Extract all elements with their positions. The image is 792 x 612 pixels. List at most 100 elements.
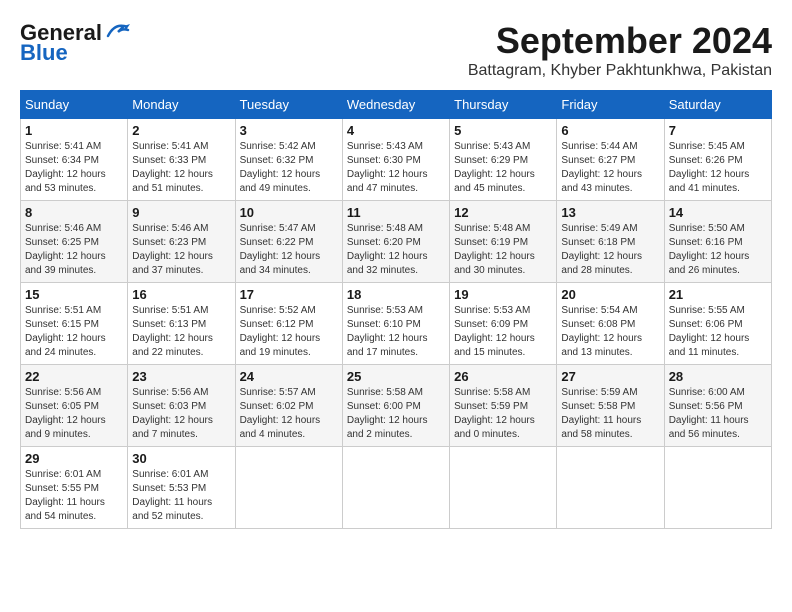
day-info: Sunrise: 5:48 AMSunset: 6:20 PMDaylight:… [347, 222, 445, 278]
day-info: Sunrise: 5:51 AMSunset: 6:13 PMDaylight:… [132, 304, 230, 360]
day-number: 27 [561, 369, 659, 384]
day-number: 10 [240, 205, 338, 220]
day-number: 14 [669, 205, 767, 220]
week-row-3: 15 Sunrise: 5:51 AMSunset: 6:15 PMDaylig… [21, 283, 772, 365]
title-section: September 2024 Battagram, Khyber Pakhtun… [468, 20, 772, 80]
day-info: Sunrise: 5:42 AMSunset: 6:32 PMDaylight:… [240, 140, 338, 196]
day-info: Sunrise: 5:57 AMSunset: 6:02 PMDaylight:… [240, 386, 338, 442]
day-number: 17 [240, 287, 338, 302]
day-number: 2 [132, 123, 230, 138]
day-cell-18: 18 Sunrise: 5:53 AMSunset: 6:10 PMDaylig… [342, 283, 449, 365]
header-saturday: Saturday [664, 91, 771, 119]
empty-cell [235, 447, 342, 529]
day-number: 28 [669, 369, 767, 384]
empty-cell [557, 447, 664, 529]
day-info: Sunrise: 5:44 AMSunset: 6:27 PMDaylight:… [561, 140, 659, 196]
day-info: Sunrise: 5:55 AMSunset: 6:06 PMDaylight:… [669, 304, 767, 360]
location-title: Battagram, Khyber Pakhtunkhwa, Pakistan [468, 62, 772, 80]
empty-cell [450, 447, 557, 529]
day-number: 25 [347, 369, 445, 384]
calendar-table: Sunday Monday Tuesday Wednesday Thursday… [20, 90, 772, 529]
day-number: 21 [669, 287, 767, 302]
week-row-1: 1 Sunrise: 5:41 AMSunset: 6:34 PMDayligh… [21, 119, 772, 201]
day-number: 8 [25, 205, 123, 220]
header-friday: Friday [557, 91, 664, 119]
day-number: 5 [454, 123, 552, 138]
day-number: 22 [25, 369, 123, 384]
day-number: 3 [240, 123, 338, 138]
day-info: Sunrise: 5:41 AMSunset: 6:33 PMDaylight:… [132, 140, 230, 196]
day-cell-28: 28 Sunrise: 6:00 AMSunset: 5:56 PMDaylig… [664, 365, 771, 447]
day-info: Sunrise: 5:46 AMSunset: 6:23 PMDaylight:… [132, 222, 230, 278]
day-cell-21: 21 Sunrise: 5:55 AMSunset: 6:06 PMDaylig… [664, 283, 771, 365]
day-cell-25: 25 Sunrise: 5:58 AMSunset: 6:00 PMDaylig… [342, 365, 449, 447]
day-number: 7 [669, 123, 767, 138]
day-number: 26 [454, 369, 552, 384]
day-number: 19 [454, 287, 552, 302]
day-info: Sunrise: 5:54 AMSunset: 6:08 PMDaylight:… [561, 304, 659, 360]
day-cell-19: 19 Sunrise: 5:53 AMSunset: 6:09 PMDaylig… [450, 283, 557, 365]
day-cell-10: 10 Sunrise: 5:47 AMSunset: 6:22 PMDaylig… [235, 201, 342, 283]
day-info: Sunrise: 5:48 AMSunset: 6:19 PMDaylight:… [454, 222, 552, 278]
day-info: Sunrise: 5:47 AMSunset: 6:22 PMDaylight:… [240, 222, 338, 278]
day-info: Sunrise: 5:56 AMSunset: 6:03 PMDaylight:… [132, 386, 230, 442]
day-cell-22: 22 Sunrise: 5:56 AMSunset: 6:05 PMDaylig… [21, 365, 128, 447]
day-info: Sunrise: 5:59 AMSunset: 5:58 PMDaylight:… [561, 386, 659, 442]
day-info: Sunrise: 5:53 AMSunset: 6:09 PMDaylight:… [454, 304, 552, 360]
logo-blue: Blue [20, 40, 68, 66]
month-title: September 2024 [468, 20, 772, 62]
day-info: Sunrise: 5:43 AMSunset: 6:30 PMDaylight:… [347, 140, 445, 196]
day-cell-6: 6 Sunrise: 5:44 AMSunset: 6:27 PMDayligh… [557, 119, 664, 201]
day-info: Sunrise: 5:41 AMSunset: 6:34 PMDaylight:… [25, 140, 123, 196]
header-sunday: Sunday [21, 91, 128, 119]
week-row-4: 22 Sunrise: 5:56 AMSunset: 6:05 PMDaylig… [21, 365, 772, 447]
day-cell-23: 23 Sunrise: 5:56 AMSunset: 6:03 PMDaylig… [128, 365, 235, 447]
header-tuesday: Tuesday [235, 91, 342, 119]
day-number: 11 [347, 205, 445, 220]
day-cell-12: 12 Sunrise: 5:48 AMSunset: 6:19 PMDaylig… [450, 201, 557, 283]
header-monday: Monday [128, 91, 235, 119]
day-cell-16: 16 Sunrise: 5:51 AMSunset: 6:13 PMDaylig… [128, 283, 235, 365]
day-cell-13: 13 Sunrise: 5:49 AMSunset: 6:18 PMDaylig… [557, 201, 664, 283]
day-number: 13 [561, 205, 659, 220]
day-info: Sunrise: 5:51 AMSunset: 6:15 PMDaylight:… [25, 304, 123, 360]
day-number: 12 [454, 205, 552, 220]
day-cell-17: 17 Sunrise: 5:52 AMSunset: 6:12 PMDaylig… [235, 283, 342, 365]
day-cell-24: 24 Sunrise: 5:57 AMSunset: 6:02 PMDaylig… [235, 365, 342, 447]
logo: General Blue [20, 20, 132, 66]
day-info: Sunrise: 5:56 AMSunset: 6:05 PMDaylight:… [25, 386, 123, 442]
day-info: Sunrise: 5:49 AMSunset: 6:18 PMDaylight:… [561, 222, 659, 278]
day-cell-27: 27 Sunrise: 5:59 AMSunset: 5:58 PMDaylig… [557, 365, 664, 447]
day-cell-1: 1 Sunrise: 5:41 AMSunset: 6:34 PMDayligh… [21, 119, 128, 201]
day-info: Sunrise: 5:43 AMSunset: 6:29 PMDaylight:… [454, 140, 552, 196]
day-cell-14: 14 Sunrise: 5:50 AMSunset: 6:16 PMDaylig… [664, 201, 771, 283]
empty-cell [664, 447, 771, 529]
empty-cell [342, 447, 449, 529]
day-cell-20: 20 Sunrise: 5:54 AMSunset: 6:08 PMDaylig… [557, 283, 664, 365]
day-info: Sunrise: 5:45 AMSunset: 6:26 PMDaylight:… [669, 140, 767, 196]
day-number: 29 [25, 451, 123, 466]
day-number: 9 [132, 205, 230, 220]
day-cell-5: 5 Sunrise: 5:43 AMSunset: 6:29 PMDayligh… [450, 119, 557, 201]
header: General Blue September 2024 Battagram, K… [20, 20, 772, 80]
day-cell-29: 29 Sunrise: 6:01 AMSunset: 5:55 PMDaylig… [21, 447, 128, 529]
week-row-5: 29 Sunrise: 6:01 AMSunset: 5:55 PMDaylig… [21, 447, 772, 529]
day-cell-2: 2 Sunrise: 5:41 AMSunset: 6:33 PMDayligh… [128, 119, 235, 201]
day-cell-30: 30 Sunrise: 6:01 AMSunset: 5:53 PMDaylig… [128, 447, 235, 529]
day-number: 15 [25, 287, 123, 302]
day-cell-7: 7 Sunrise: 5:45 AMSunset: 6:26 PMDayligh… [664, 119, 771, 201]
day-cell-11: 11 Sunrise: 5:48 AMSunset: 6:20 PMDaylig… [342, 201, 449, 283]
day-info: Sunrise: 5:46 AMSunset: 6:25 PMDaylight:… [25, 222, 123, 278]
day-cell-4: 4 Sunrise: 5:43 AMSunset: 6:30 PMDayligh… [342, 119, 449, 201]
day-number: 24 [240, 369, 338, 384]
day-cell-15: 15 Sunrise: 5:51 AMSunset: 6:15 PMDaylig… [21, 283, 128, 365]
day-cell-9: 9 Sunrise: 5:46 AMSunset: 6:23 PMDayligh… [128, 201, 235, 283]
week-row-2: 8 Sunrise: 5:46 AMSunset: 6:25 PMDayligh… [21, 201, 772, 283]
day-info: Sunrise: 5:50 AMSunset: 6:16 PMDaylight:… [669, 222, 767, 278]
logo-bird-icon [104, 22, 132, 40]
day-number: 23 [132, 369, 230, 384]
day-info: Sunrise: 5:58 AMSunset: 6:00 PMDaylight:… [347, 386, 445, 442]
day-info: Sunrise: 6:00 AMSunset: 5:56 PMDaylight:… [669, 386, 767, 442]
day-cell-3: 3 Sunrise: 5:42 AMSunset: 6:32 PMDayligh… [235, 119, 342, 201]
day-info: Sunrise: 5:58 AMSunset: 5:59 PMDaylight:… [454, 386, 552, 442]
